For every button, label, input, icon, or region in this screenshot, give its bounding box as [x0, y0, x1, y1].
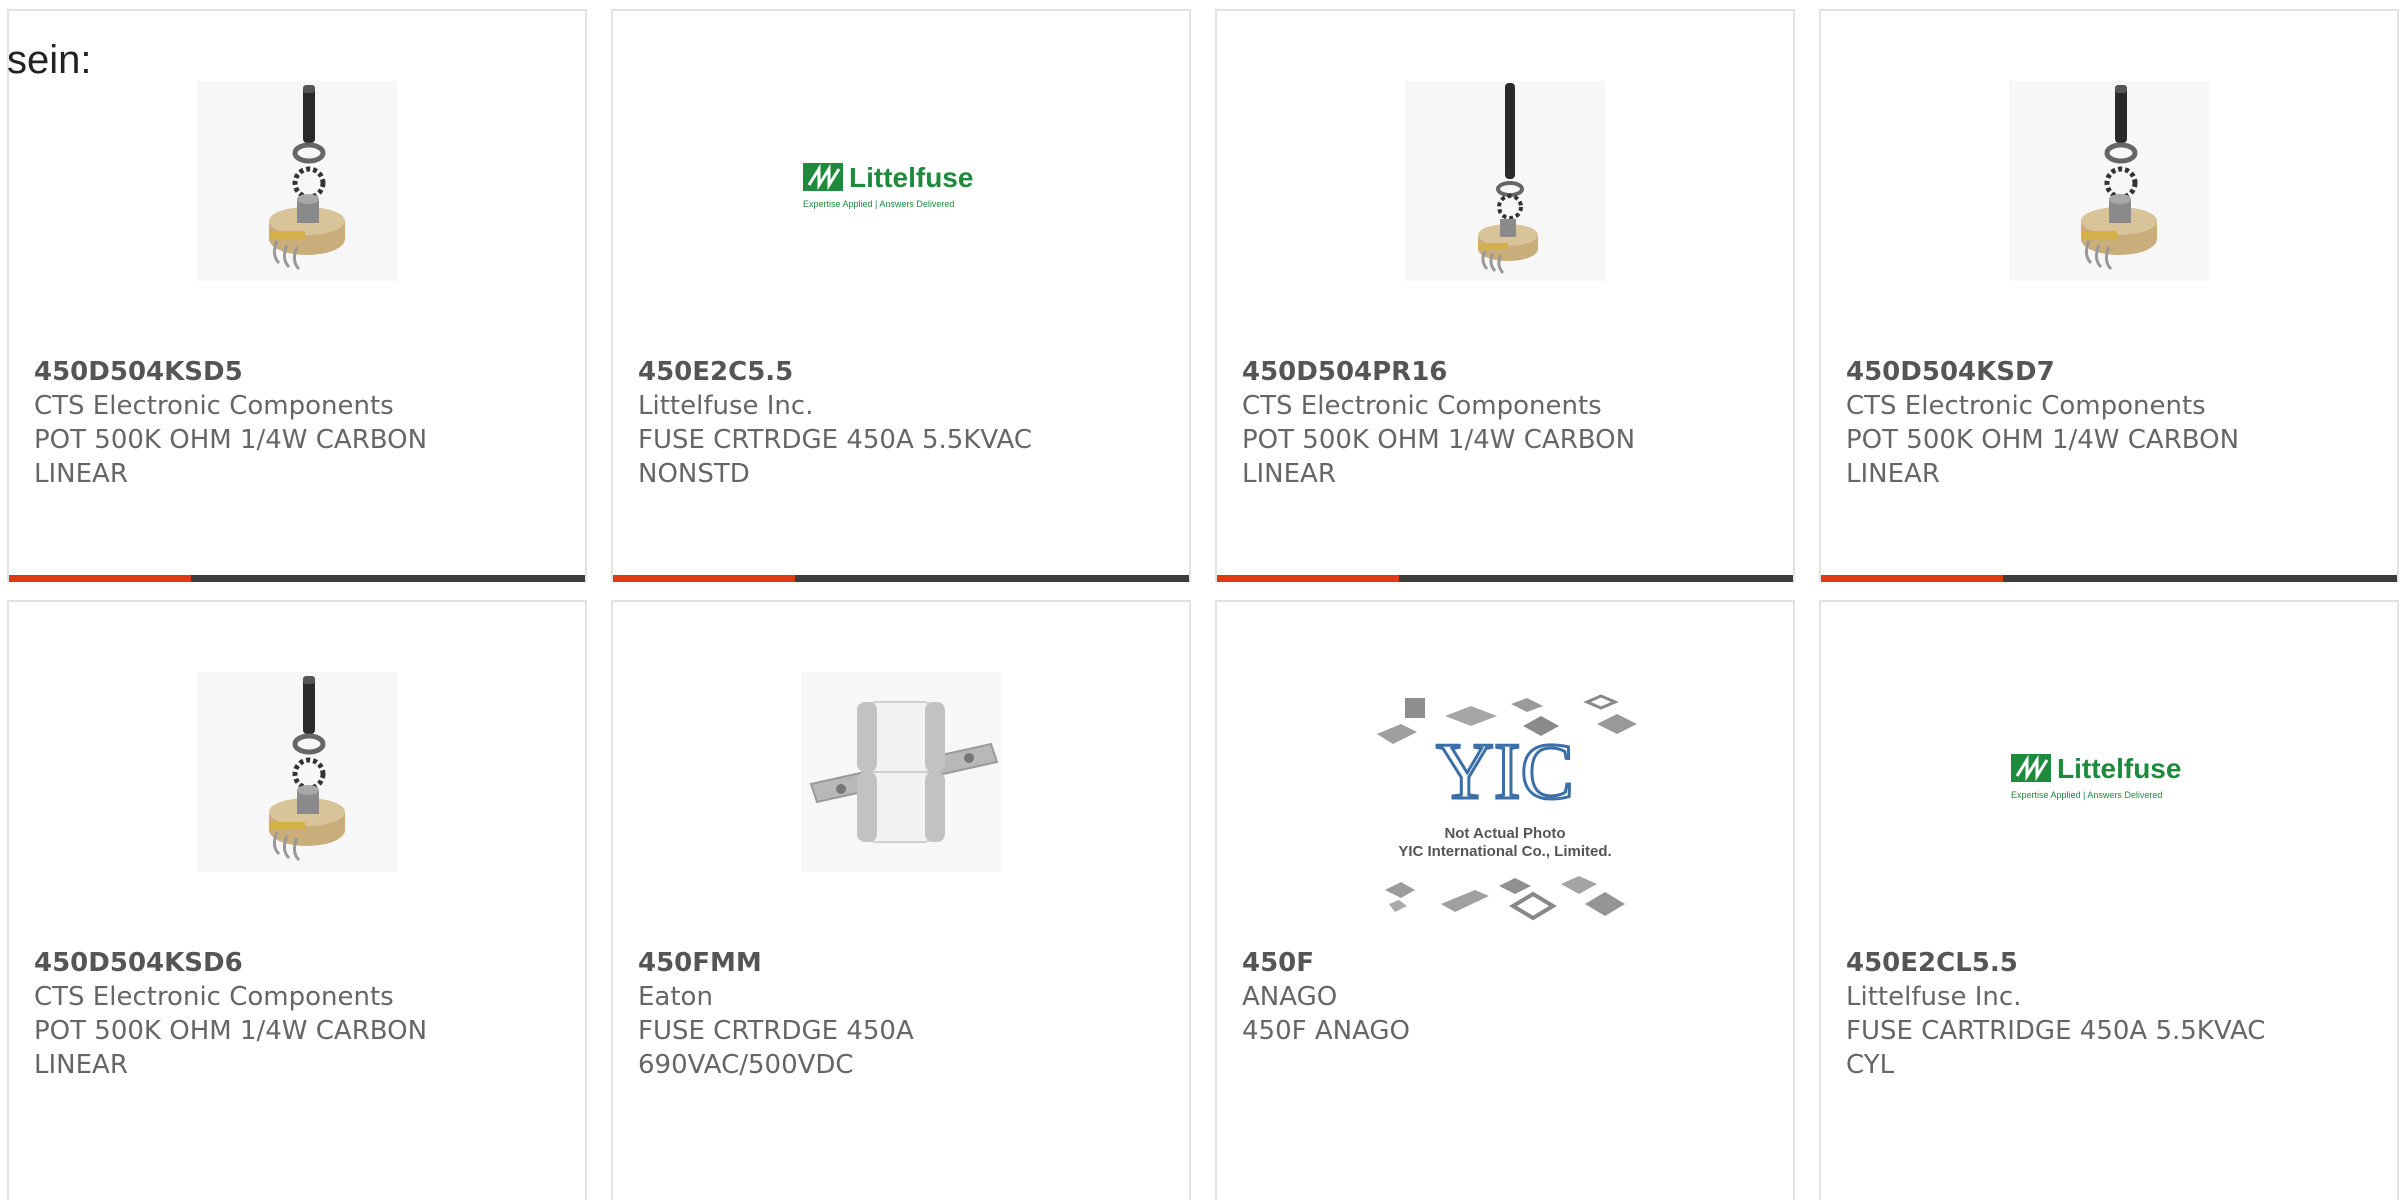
card-accent-bar	[1821, 575, 2397, 582]
product-info: 450E2CL5.5 Littelfuse Inc. FUSE CARTRIDG…	[1846, 946, 2377, 1082]
description-cont: LINEAR	[1242, 459, 1336, 489]
littelfuse-logo-icon: Littelfuse Expertise Applied | Answers D…	[2011, 753, 2181, 800]
product-card[interactable]: 450D504KSD6 CTS Electronic Components PO…	[7, 600, 587, 1200]
littelfuse-logo[interactable]: Littelfuse Expertise Applied | Answers D…	[801, 81, 1001, 281]
product-card[interactable]: 450D504KSD7 CTS Electronic Components PO…	[1819, 9, 2399, 582]
littelfuse-logo[interactable]: Littelfuse Expertise Applied | Answers D…	[2009, 672, 2209, 872]
product-card[interactable]: 450FMM Eaton FUSE CRTRDGE 450A 690VAC/50…	[611, 600, 1191, 1200]
svg-text:Expertise Applied | Answers De: Expertise Applied | Answers Delivered	[2011, 790, 2162, 800]
svg-text:YIC: YIC	[1436, 728, 1574, 816]
svg-text:Expertise Applied | Answers De: Expertise Applied | Answers Delivered	[803, 199, 954, 209]
part-number-link[interactable]: 450F	[1242, 946, 1773, 980]
part-number-link[interactable]: 450D504PR16	[1242, 355, 1773, 389]
card-accent-bar	[9, 575, 585, 582]
potentiometer-icon	[269, 676, 345, 862]
description: 450F ANAGO	[1242, 1016, 1411, 1046]
product-card[interactable]: YIC Not Actual Photo YIC International C…	[1215, 600, 1795, 1200]
product-info: 450D504KSD6 CTS Electronic Components PO…	[34, 946, 565, 1082]
description-cont: LINEAR	[34, 1050, 128, 1080]
description: POT 500K OHM 1/4W CARBON	[34, 425, 428, 455]
cartridge-fuse-image[interactable]	[801, 672, 1001, 872]
card-accent-bar	[613, 575, 1189, 582]
product-card[interactable]: Littelfuse Expertise Applied | Answers D…	[1819, 600, 2399, 1200]
part-number-link[interactable]: 450D504KSD7	[1846, 355, 2377, 389]
svg-text:Littelfuse: Littelfuse	[2057, 753, 2181, 784]
product-info: 450D504KSD7 CTS Electronic Components PO…	[1846, 355, 2377, 491]
yic-placeholder-icon: YIC Not Actual Photo YIC International C…	[1377, 694, 1637, 921]
svg-text:Littelfuse: Littelfuse	[849, 162, 973, 193]
potentiometer-image[interactable]	[197, 672, 397, 872]
description-cont: 690VAC/500VDC	[638, 1050, 854, 1080]
potentiometer-long-shaft-image[interactable]	[1405, 81, 1605, 281]
product-card[interactable]: 450D504PR16 CTS Electronic Components PO…	[1215, 9, 1795, 582]
product-info: 450FMM Eaton FUSE CRTRDGE 450A 690VAC/50…	[638, 946, 1169, 1082]
potentiometer-image[interactable]	[2009, 81, 2209, 281]
product-card[interactable]: 450D504KSD5 CTS Electronic Components PO…	[7, 9, 587, 582]
product-info: 450D504KSD5 CTS Electronic Components PO…	[34, 355, 565, 491]
manufacturer: Littelfuse Inc.	[638, 391, 814, 421]
description: FUSE CRTRDGE 450A 5.5KVAC	[638, 425, 1032, 455]
potentiometer-icon	[2081, 85, 2157, 271]
svg-text:YIC International Co., Limited: YIC International Co., Limited.	[1398, 843, 1611, 860]
manufacturer: CTS Electronic Components	[1846, 391, 2206, 421]
card-accent-bar	[1217, 575, 1793, 582]
product-card[interactable]: Littelfuse Expertise Applied | Answers D…	[611, 9, 1191, 582]
part-number-link[interactable]: 450D504KSD5	[34, 355, 565, 389]
description: FUSE CARTRIDGE 450A 5.5KVAC	[1846, 1016, 2266, 1046]
description: POT 500K OHM 1/4W CARBON	[1242, 425, 1636, 455]
description: FUSE CRTRDGE 450A	[638, 1016, 914, 1046]
product-info: 450E2C5.5 Littelfuse Inc. FUSE CRTRDGE 4…	[638, 355, 1169, 491]
description-cont: LINEAR	[34, 459, 128, 489]
description-cont: CYL	[1846, 1050, 1895, 1080]
description-cont: NONSTD	[638, 459, 750, 489]
potentiometer-icon	[1478, 83, 1538, 274]
manufacturer: CTS Electronic Components	[34, 982, 394, 1012]
manufacturer: Eaton	[638, 982, 713, 1012]
part-number-link[interactable]: 450E2CL5.5	[1846, 946, 2377, 980]
description: POT 500K OHM 1/4W CARBON	[34, 1016, 428, 1046]
manufacturer: CTS Electronic Components	[34, 391, 394, 421]
product-grid: 450D504KSD5 CTS Electronic Components PO…	[7, 9, 2400, 1200]
potentiometer-image[interactable]	[197, 81, 397, 281]
littelfuse-logo-icon: Littelfuse Expertise Applied | Answers D…	[803, 162, 973, 209]
description-cont: LINEAR	[1846, 459, 1940, 489]
product-info: 450F ANAGO 450F ANAGO	[1242, 946, 1773, 1048]
svg-text:Not Actual Photo: Not Actual Photo	[1444, 825, 1565, 842]
manufacturer: ANAGO	[1242, 982, 1338, 1012]
intro-text: sein:	[7, 38, 92, 82]
manufacturer: CTS Electronic Components	[1242, 391, 1602, 421]
product-info: 450D504PR16 CTS Electronic Components PO…	[1242, 355, 1773, 491]
part-number-link[interactable]: 450D504KSD6	[34, 946, 565, 980]
description: POT 500K OHM 1/4W CARBON	[1846, 425, 2240, 455]
part-number-link[interactable]: 450E2C5.5	[638, 355, 1169, 389]
cartridge-fuse-icon	[809, 701, 999, 843]
part-number-link[interactable]: 450FMM	[638, 946, 1169, 980]
yic-placeholder-image[interactable]: YIC Not Actual Photo YIC International C…	[1365, 690, 1645, 930]
manufacturer: Littelfuse Inc.	[1846, 982, 2022, 1012]
potentiometer-icon	[269, 85, 345, 271]
